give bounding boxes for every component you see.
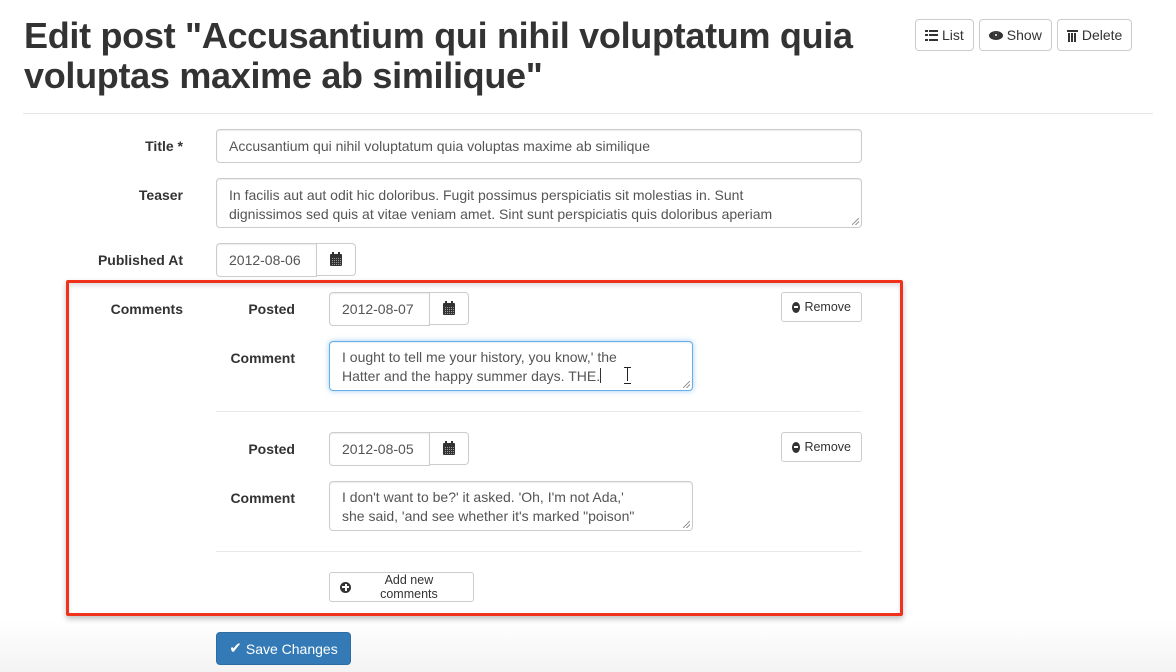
list-icon [925,29,938,41]
remove-label: Remove [804,300,851,314]
title-input[interactable]: Accusantium qui nihil voluptatum quia vo… [216,129,862,163]
header-actions: List Show Delete [915,19,1133,51]
header-divider [23,113,1153,114]
posted-date-input[interactable]: 2012-08-05 [329,432,430,466]
save-changes-button[interactable]: ✔ Save Changes [216,632,351,665]
minus-circle-icon [792,301,801,313]
calendar-icon [330,251,342,266]
published-at-calendar-button[interactable] [317,243,356,276]
comment-line-2: Hatter and the happy summer days. THE. [342,368,601,384]
comments-highlight-box [66,280,903,616]
published-at-input[interactable]: 2012-08-06 [216,243,317,277]
comment-label: Comment [230,350,295,366]
posted-calendar-button[interactable] [430,432,469,465]
trash-icon [1066,29,1078,42]
teaser-line-2: dignissimos sed quis at vitae veniam ame… [229,206,773,222]
ibeam-cursor-icon [624,367,631,384]
posted-date-field: 2012-08-07 [329,292,469,326]
teaser-textarea[interactable]: In facilis aut aut odit hic doloribus. F… [216,178,862,228]
resize-grip-icon[interactable] [683,521,690,528]
delete-button-label: Delete [1081,27,1123,43]
remove-comment-button[interactable]: Remove [781,292,862,322]
add-comment-label: Add new comments [380,573,438,601]
comment-divider [216,411,862,412]
comment-line-2: she said, 'and see whether it's marked "… [342,508,635,524]
calendar-icon [443,300,455,315]
posted-date-input[interactable]: 2012-08-07 [329,292,430,326]
posted-calendar-button[interactable] [430,292,469,325]
remove-label: Remove [804,440,851,454]
text-caret [600,368,602,383]
teaser-line-1: In facilis aut aut odit hic doloribus. F… [229,187,744,203]
comment-label: Comment [230,490,295,506]
show-button[interactable]: Show [978,19,1052,51]
eye-icon [988,30,1003,40]
delete-button[interactable]: Delete [1056,19,1133,51]
published-at-field: 2012-08-06 [216,243,356,277]
resize-grip-icon[interactable] [852,218,859,225]
calendar-icon [443,440,455,455]
plus-circle-icon [340,581,351,593]
minus-circle-icon [792,441,801,453]
title-label: Title * [145,138,183,154]
bottom-fade [0,620,1176,672]
published-at-label: Published At [97,252,183,268]
remove-comment-button[interactable]: Remove [781,432,862,462]
page-title: Edit post "Accusantium qui nihil volupta… [24,15,853,96]
comment-line-1: I don't want to be?' it asked. 'Oh, I'm … [342,489,624,505]
posted-label: Posted [248,441,295,457]
comment-textarea[interactable]: I ought to tell me your history, you kno… [329,341,693,391]
posted-date-field: 2012-08-05 [329,432,469,466]
teaser-label: Teaser [138,187,183,203]
add-comment-button[interactable]: Add new comments [329,572,474,602]
check-icon: ✔ [229,640,242,657]
comment-divider [216,551,862,552]
show-button-label: Show [1006,27,1042,43]
list-button-label: List [942,27,964,43]
posted-label: Posted [248,301,295,317]
save-changes-label: Save Changes [245,640,338,657]
resize-grip-icon[interactable] [683,381,690,388]
comment-textarea[interactable]: I don't want to be?' it asked. 'Oh, I'm … [329,481,693,531]
comment-line-1: I ought to tell me your history, you kno… [342,349,617,365]
list-button[interactable]: List [915,19,974,51]
comments-label: Comments [110,301,183,317]
